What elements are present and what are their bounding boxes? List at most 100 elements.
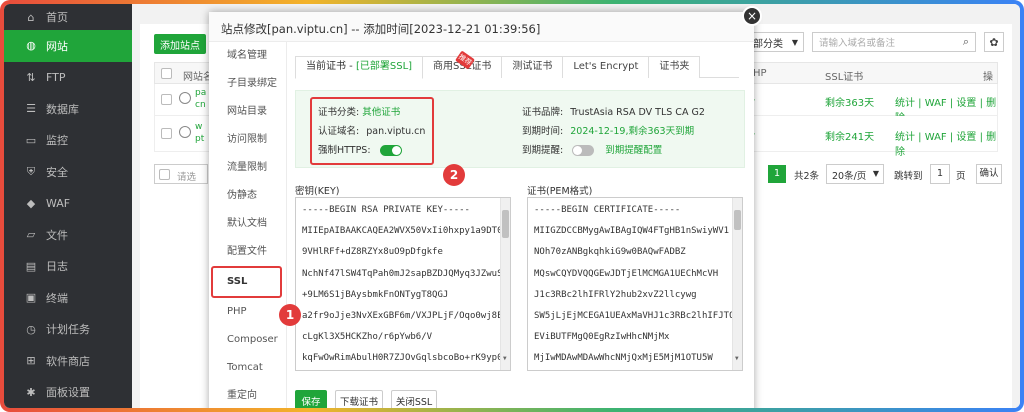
- key-label: 密钥(KEY): [295, 186, 340, 197]
- menu-item-9[interactable]: PHP: [209, 298, 286, 326]
- jump-confirm-button[interactable]: 确认: [976, 164, 1002, 184]
- force-https-row: 强制HTTPS:: [318, 142, 402, 156]
- step-marker-1: 1: [279, 304, 301, 326]
- sidebar-item-12[interactable]: ✱ 面板设置: [4, 377, 132, 409]
- category-select[interactable]: 部分类 ▼: [748, 32, 804, 52]
- menu-item-11[interactable]: Tomcat: [209, 354, 286, 382]
- ssl-panel: 当前证书 - [已部署SSL] 商用SSL证书 测试证书 Let's Encry…: [295, 50, 746, 408]
- cert-lines: -----BEGIN CERTIFICATE----- MIIGZDCCBMygA…: [534, 200, 743, 371]
- sidebar-item-10[interactable]: ◷ 计划任务: [4, 314, 132, 346]
- key-scrollbar[interactable]: ▼: [500, 198, 510, 370]
- page-number[interactable]: 1: [768, 165, 786, 183]
- sidebar-item-label: 软件商店: [46, 354, 90, 368]
- ssl-col-label: SSL证书: [825, 72, 864, 83]
- close-ssl-button[interactable]: 关闭SSL: [391, 390, 437, 408]
- step-marker-2: 2: [443, 164, 465, 186]
- jump-input[interactable]: 1: [930, 164, 950, 184]
- code-line: a2fr9oJje3NvXExGBF6m/VXJPLjF/Oqo0wj8Ew1p: [302, 311, 511, 322]
- site-edit-modal: 站点修改[pan.viptu.cn] -- 添加时间[2023-12-21 01…: [209, 6, 762, 408]
- sidebar-item-2[interactable]: ⇅ FTP: [4, 62, 132, 94]
- download-cert-button[interactable]: 下载证书: [335, 390, 383, 408]
- menu-item-10[interactable]: Composer: [209, 326, 286, 354]
- batch-select[interactable]: 请选: [154, 164, 208, 184]
- private-key-textarea[interactable]: -----BEGIN RSA PRIVATE KEY----- MIIEpAIBA…: [295, 197, 511, 371]
- menu-item-5[interactable]: 伪静态: [209, 182, 286, 210]
- home-icon: ⌂: [27, 10, 35, 24]
- batch-select-placeholder: 请选: [177, 172, 197, 183]
- cert-scrollbar[interactable]: ▼: [732, 198, 742, 370]
- settings-button[interactable]: ✿: [984, 32, 1004, 52]
- monitor-icon: ▭: [25, 133, 37, 147]
- sidebar-item-label: 终端: [46, 291, 68, 305]
- per-page-value: 20条/页: [832, 171, 867, 182]
- store-icon: ⊞: [26, 354, 36, 368]
- expire-reminder-row: 到期提醒: 到期提醒配置: [522, 142, 662, 156]
- menu-item-12[interactable]: 重定向: [209, 382, 286, 408]
- sidebar-item-5[interactable]: ⛨ 安全: [4, 156, 132, 188]
- sidebar-item-label: 首页: [46, 11, 68, 24]
- expire-reminder-link[interactable]: 到期提醒配置: [605, 145, 662, 156]
- key-lines: -----BEGIN RSA PRIVATE KEY----- MIIEpAIBA…: [302, 200, 511, 370]
- close-icon[interactable]: ×: [742, 6, 762, 26]
- expire-reminder-toggle[interactable]: [572, 145, 595, 156]
- ftp-icon: ⇅: [26, 70, 36, 84]
- ssl-remaining: 剩余241天: [825, 132, 875, 143]
- cert-expire-remaining: 剩余363天到期: [628, 126, 695, 137]
- menu-item-4[interactable]: 流量限制: [209, 154, 286, 182]
- sidebar-item-8[interactable]: ▤ 日志: [4, 251, 132, 283]
- menu-item-8[interactable]: SSL: [211, 266, 282, 298]
- menu-item-2[interactable]: 网站目录: [209, 98, 286, 126]
- sidebar-item-1[interactable]: ◍ 网站: [4, 30, 132, 62]
- row-checkbox[interactable]: [161, 94, 172, 105]
- save-button[interactable]: 保存: [295, 390, 327, 408]
- tab-lets-encrypt[interactable]: Let's Encrypt: [562, 56, 650, 78]
- code-line: jAXMRUwEwYDVQQDEwxwYW4udmlwdHUu: [534, 370, 742, 371]
- cert-info-box: 证书分类: 其他证书 认证域名: pan.viptu.cn 强制HTTPS: 证…: [295, 90, 745, 168]
- ssl-tabs: 当前证书 - [已部署SSL] 商用SSL证书 测试证书 Let's Encry…: [295, 50, 739, 79]
- batch-checkbox[interactable]: [159, 169, 170, 180]
- code-line: NchNf47lSW4TqPah0mJ2sapBZDJQMyq3JZwuS: [302, 268, 503, 279]
- chevron-down-icon: ▼: [791, 37, 798, 47]
- sidebar-item-0[interactable]: ⌂ 首页: [4, 4, 132, 30]
- sidebar-item-label: FTP: [46, 70, 66, 84]
- select-all-checkbox[interactable]: [161, 68, 172, 79]
- tab-cert-folder[interactable]: 证书夹: [648, 56, 701, 78]
- sidebar-item-3[interactable]: ☰ 数据库: [4, 93, 132, 125]
- gear-icon: ✱: [26, 385, 36, 399]
- cert-scroll-thumb[interactable]: [734, 210, 741, 230]
- cert-brand: 证书品牌: TrustAsia RSA DV TLS CA G2: [522, 104, 705, 118]
- page-unit: 页: [956, 171, 966, 182]
- site-name-top: w: [195, 122, 203, 132]
- code-line: MjIwMDAwMDAwWhcNMjQxMjE5MjM1OTU5W: [534, 353, 713, 364]
- database-icon: ☰: [26, 102, 36, 116]
- menu-item-6[interactable]: 默认文档: [209, 210, 286, 238]
- code-line: kqFwOwRimAbulH0R7ZJOvGqlsbcoBo+rK9yp0/: [302, 353, 508, 364]
- menu-item-1[interactable]: 子目录绑定: [209, 70, 286, 98]
- sidebar-item-6[interactable]: ◆ WAF: [4, 188, 132, 220]
- row-checkbox[interactable]: [161, 128, 172, 139]
- search-placeholder: 请输入域名或备注: [819, 38, 896, 49]
- sidebar-item-9[interactable]: ▣ 终端: [4, 282, 132, 314]
- code-line: SW5jLjEjMCEGA1UEAxMaVHJ1c3RBc2lhIFJTQSB: [534, 311, 743, 322]
- code-line: 9VHlRFf+dZ8RZYx8uO9pDfgkfe: [302, 247, 443, 258]
- row-actions[interactable]: 统计 | WAF | 设置 | 删除: [895, 128, 997, 158]
- cert-expire-value: 2024-12-19,: [570, 126, 629, 137]
- cert-label: 证书(PEM格式): [527, 186, 593, 197]
- modal-title: 站点修改[pan.viptu.cn] -- 添加时间[2023-12-21 01…: [209, 12, 754, 42]
- search-input[interactable]: 请输入域名或备注 ⌕: [812, 32, 976, 52]
- sidebar-item-4[interactable]: ▭ 监控: [4, 125, 132, 157]
- key-scroll-thumb[interactable]: [502, 210, 509, 238]
- menu-item-3[interactable]: 访问限制: [209, 126, 286, 154]
- sidebar-item-7[interactable]: ▱ 文件: [4, 219, 132, 251]
- menu-item-7[interactable]: 配置文件: [209, 238, 286, 266]
- per-page-select[interactable]: 20条/页 ▼: [826, 164, 884, 184]
- tab-current-cert[interactable]: 当前证书 - [已部署SSL]: [295, 56, 424, 79]
- tab-test-cert[interactable]: 测试证书: [501, 56, 564, 78]
- log-icon: ▤: [25, 259, 37, 273]
- add-site-button[interactable]: 添加站点: [154, 34, 206, 54]
- menu-item-0[interactable]: 域名管理: [209, 42, 286, 70]
- sidebar-item-11[interactable]: ⊞ 软件商店: [4, 345, 132, 377]
- sidebar-item-label: 计划任务: [46, 323, 90, 337]
- certificate-textarea[interactable]: -----BEGIN CERTIFICATE----- MIIGZDCCBMygA…: [527, 197, 743, 371]
- force-https-toggle[interactable]: [379, 145, 402, 156]
